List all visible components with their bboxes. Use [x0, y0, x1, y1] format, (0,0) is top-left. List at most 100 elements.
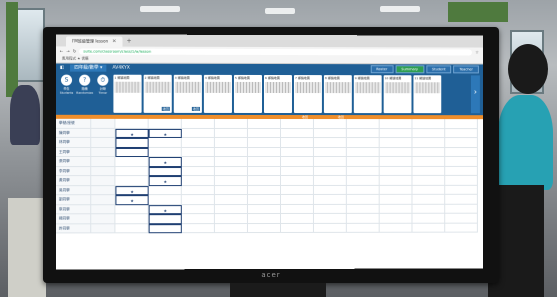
mode-button-teacher[interactable]: Teacher [453, 64, 479, 73]
worksheet-card[interactable]: 4 鄉鎮地圖 [203, 74, 232, 113]
submission-cell[interactable] [412, 147, 446, 157]
submission-cell[interactable] [379, 128, 413, 139]
reload-icon[interactable]: ↻ [73, 48, 76, 53]
submission-cell[interactable] [313, 138, 347, 148]
submission-cell[interactable] [379, 156, 413, 167]
submission-cell[interactable] [181, 185, 215, 196]
submission-cell[interactable] [412, 166, 446, 176]
submission-cell[interactable] [379, 175, 413, 186]
new-tab-icon[interactable]: + [126, 37, 131, 47]
worksheet-card[interactable]: 2 鄉鎮地圖 收回 [143, 74, 172, 113]
submission-cell[interactable] [313, 147, 347, 157]
submission-cell[interactable] [280, 156, 314, 167]
student-name-cell[interactable]: 張同學 [55, 157, 92, 167]
submission-cell[interactable] [313, 119, 347, 129]
student-name-cell[interactable]: 楊同學 [55, 214, 92, 224]
submission-cell[interactable] [379, 204, 413, 214]
submission-cell[interactable] [115, 223, 149, 234]
submission-cell[interactable] [115, 118, 149, 129]
submission-cell[interactable] [148, 223, 182, 234]
worksheet-card[interactable]: 5 鄉鎮地圖 [233, 74, 262, 113]
submission-cell[interactable] [280, 147, 314, 157]
submission-cell[interactable] [280, 194, 314, 205]
submission-cell[interactable] [412, 128, 446, 139]
tool-button[interactable]: ⏱ 計時 Timer [95, 74, 110, 113]
submission-cell[interactable] [412, 156, 446, 167]
submission-cell[interactable] [115, 166, 149, 177]
submission-cell[interactable] [214, 128, 248, 138]
submission-cell[interactable] [445, 156, 478, 167]
submission-cell[interactable] [445, 204, 478, 214]
submission-cell[interactable] [148, 195, 182, 205]
submission-cell[interactable] [247, 137, 281, 148]
mode-button-student[interactable]: Student [426, 64, 452, 73]
submission-cell[interactable] [445, 185, 478, 195]
submission-cell[interactable] [379, 166, 413, 176]
submission-cell[interactable] [280, 128, 314, 139]
worksheet-card[interactable]: 10 鄉鎮地圖 [383, 75, 412, 114]
submission-cell[interactable] [214, 147, 248, 158]
submission-cell[interactable] [148, 214, 182, 224]
worksheet-card[interactable]: 8 鄉鎮地圖 [323, 75, 352, 114]
submission-cell[interactable] [181, 204, 215, 215]
submission-cell[interactable] [280, 138, 314, 148]
forward-icon[interactable]: → [66, 48, 69, 53]
student-name-cell[interactable]: 王同學 [55, 147, 92, 158]
bookmark-star-icon[interactable]: ☆ [475, 50, 479, 55]
student-name-cell[interactable]: 吳同學 [55, 185, 92, 196]
student-name-cell[interactable]: 陳同學 [55, 128, 92, 138]
submission-cell[interactable] [214, 118, 248, 129]
submission-cell[interactable] [412, 175, 446, 186]
submission-cell[interactable]: ★ [115, 128, 149, 138]
submission-cell[interactable] [346, 223, 380, 233]
submission-cell[interactable] [379, 223, 413, 233]
submission-cell[interactable] [214, 214, 248, 224]
submission-cell[interactable] [346, 185, 380, 195]
submission-cell[interactable] [280, 213, 314, 224]
submission-cell[interactable] [346, 175, 380, 186]
submission-cell[interactable] [379, 138, 413, 148]
mode-button-roster[interactable]: Roster [370, 64, 394, 73]
submission-cell[interactable] [346, 213, 380, 224]
submission-cell[interactable] [247, 147, 281, 158]
submission-cell[interactable] [214, 185, 248, 196]
submission-cell[interactable] [181, 157, 215, 167]
submission-cell[interactable] [346, 147, 380, 157]
submission-cell[interactable] [247, 213, 281, 224]
worksheet-card[interactable]: 3 鄉鎮地圖 收回 [173, 74, 202, 113]
submission-cell[interactable] [214, 176, 248, 186]
submission-cell[interactable] [313, 156, 347, 167]
submission-cell[interactable] [445, 175, 478, 186]
submission-cell[interactable] [445, 119, 478, 129]
next-arrow-icon[interactable]: › [470, 75, 480, 114]
submission-cell[interactable] [346, 204, 380, 214]
submission-cell[interactable] [247, 175, 281, 186]
submission-cell[interactable] [412, 213, 446, 224]
student-name-cell[interactable]: 林同學 [55, 137, 92, 148]
submission-cell[interactable]: ★ [148, 204, 182, 215]
address-input[interactable]: suite.com/classroom/class/1/w/lesson [79, 48, 473, 55]
browser-tab[interactable]: I'M班級管理 lesson ✕ [65, 36, 123, 47]
submission-cell[interactable] [379, 213, 413, 224]
worksheet-card[interactable]: 9 鄉鎮地圖 [353, 75, 382, 114]
submission-cell[interactable] [313, 175, 347, 186]
worksheet-card[interactable]: 1 鄉鎮地圖 [113, 74, 142, 113]
submission-cell[interactable]: ★ [148, 128, 182, 138]
submission-cell[interactable] [247, 223, 281, 234]
submission-cell[interactable] [115, 137, 149, 148]
submission-cell[interactable] [313, 185, 347, 195]
submission-cell[interactable] [445, 213, 478, 224]
submission-cell[interactable] [148, 147, 182, 158]
submission-cell[interactable] [181, 137, 215, 148]
student-name-cell[interactable]: 李同學 [55, 166, 92, 177]
submission-cell[interactable] [115, 176, 149, 186]
submission-cell[interactable] [214, 195, 248, 205]
submission-cell[interactable] [280, 175, 314, 186]
submission-cell[interactable] [379, 119, 413, 129]
student-name-cell[interactable]: 蔡同學 [55, 204, 92, 215]
class-selector[interactable]: 四年級/數學 ▾ [70, 64, 107, 72]
submission-cell[interactable] [346, 156, 380, 167]
submission-cell[interactable]: ★ [115, 185, 149, 196]
submission-cell[interactable] [247, 204, 281, 215]
submission-cell[interactable] [445, 194, 478, 205]
